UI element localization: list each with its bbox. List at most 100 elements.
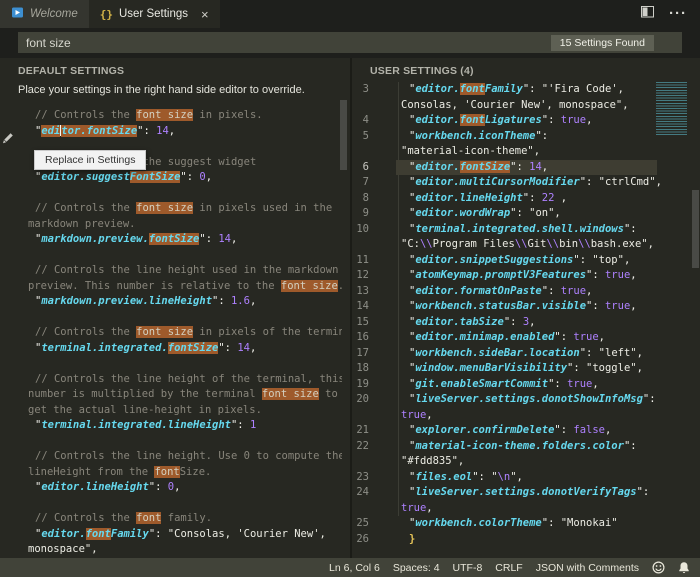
code-line[interactable]: "markdown.preview.fontSize": 14, [28,232,342,248]
code-line[interactable]: // Controls the line height of the termi… [28,372,342,388]
code-line[interactable]: "markdown.preview.lineHeight": 1.6, [28,294,342,310]
status-indentation[interactable]: Spaces: 4 [393,562,440,574]
code-line[interactable]: 6 "editor.fontSize": 14, [352,159,700,176]
status-language[interactable]: JSON with Comments [536,562,639,574]
code-line[interactable]: 24 "liveServer.settings.donotVerifyTags": [352,485,700,501]
code-line[interactable]: get the actual line-height in pixels. [28,403,342,419]
code-line[interactable]: "terminal.integrated.lineHeight": 1 [28,418,342,434]
split-editor-icon[interactable] [641,5,654,23]
line-number [352,454,369,470]
close-icon[interactable]: × [201,8,209,21]
code-line[interactable]: "editor.fontSize": 14, [28,124,342,140]
code-line[interactable]: 4 "editor.fontLigatures": true, [352,113,700,129]
code-text: "editor.fontLigatures": true, [409,114,593,126]
code-line[interactable]: 5 "workbench.iconTheme": [352,129,700,145]
line-number: 18 [356,362,369,374]
code-line[interactable]: 22 "material-icon-theme.folders.color": [352,439,700,455]
json-icon: {} [99,7,113,21]
user-settings-panel: USER SETTINGS (4) 3 "editor.fontFamily": … [352,58,700,558]
more-actions-icon[interactable]: ··· [669,6,687,21]
code-line[interactable]: // Controls the line height used in the … [28,263,342,279]
code-line[interactable]: 20 "liveServer.settings.donotShowInfoMsg"… [352,392,700,408]
code-line[interactable]: // Controls the font size in pixels. [28,108,342,124]
code-line[interactable] [28,434,342,450]
editor-tab-bar: Welcome {} User Settings × ··· [0,0,700,28]
code-line[interactable]: 26} [352,532,700,548]
code-line[interactable]: number is multiplied by the terminal fon… [28,387,342,403]
line-number: 3 [362,83,369,95]
line-number [352,237,369,253]
code-line[interactable]: 9 "editor.wordWrap": "on", [352,206,700,222]
replace-in-settings-popup[interactable]: Replace in Settings [34,150,147,170]
tabbar-actions: ··· [641,0,700,28]
line-number: 25 [356,517,369,529]
code-line[interactable]: preview. This number is relative to the … [28,279,342,295]
status-bar: Ln 6, Col 6 Spaces: 4 UTF-8 CRLF JSON wi… [0,558,700,577]
tab-user-settings[interactable]: {} User Settings × [88,0,220,28]
code-line[interactable]: 11 "editor.snippetSuggestions": "top", [352,253,700,269]
code-line[interactable]: "#fdd835", [352,454,700,470]
code-line[interactable]: 13 "editor.formatOnPaste": true, [352,284,700,300]
code-line[interactable]: // Controls the font size in pixels used… [28,201,342,217]
code-line[interactable]: 18 "window.menuBarVisibility": "toggle", [352,361,700,377]
line-number: 14 [356,300,369,312]
code-line[interactable]: 14 "workbench.statusBar.visible": true, [352,299,700,315]
code-text: "editor.lineHeight": 22 , [409,191,568,204]
code-line[interactable]: 23 "files.eol": "\n", [352,470,700,486]
code-line[interactable]: "material-icon-theme", [352,144,700,160]
code-text: "git.enableSmartCommit": true, [409,377,599,390]
code-line[interactable]: 17 "workbench.sideBar.location": "left", [352,346,700,362]
code-text: "liveServer.settings.donotShowInfoMsg": [409,393,656,405]
code-text: "files.eol": "\n", [409,470,523,483]
code-line[interactable]: lineHeight from the fontSize. [28,465,342,481]
code-line[interactable]: 10 "terminal.integrated.shell.windows": [352,222,700,238]
code-line[interactable] [28,356,342,372]
code-line[interactable]: "editor.fontFamily": "Consolas, 'Courier… [28,527,342,543]
code-text: "workbench.sideBar.location": "left", [409,346,643,359]
code-text: "workbench.colorTheme": "Monokai" [409,517,618,529]
code-line[interactable]: 8 "editor.lineHeight": 22 , [352,191,700,207]
code-line[interactable]: "C:\\Program Files\\Git\\bin\\bash.exe", [352,237,700,253]
code-line[interactable]: // Controls the font family. [28,511,342,527]
code-line[interactable]: monospace", [28,542,342,558]
code-line[interactable]: "editor.suggestFontSize": 0, [28,170,342,186]
code-line[interactable]: "terminal.integrated.fontSize": 14, [28,341,342,357]
code-line[interactable]: // Controls the line height. Use 0 to co… [28,449,342,465]
code-line[interactable]: "editor.lineHeight": 0, [28,480,342,496]
right-scrollbar-thumb[interactable] [692,190,699,268]
code-text: Consolas, 'Courier New', monospace", [401,98,629,111]
code-line[interactable] [28,186,342,202]
code-line[interactable]: markdown preview. [28,217,342,233]
code-line[interactable]: 25 "workbench.colorTheme": "Monokai" [352,516,700,532]
code-text: "editor.minimap.enabled": true, [409,331,605,343]
code-text: "explorer.confirmDelete": false, [409,424,612,436]
code-line[interactable]: 15 "editor.tabSize": 3, [352,315,700,331]
tab-welcome[interactable]: Welcome [0,0,89,28]
code-line[interactable] [28,248,342,264]
line-number: 6 [362,160,369,173]
status-cursor-position[interactable]: Ln 6, Col 6 [329,562,380,574]
line-number: 22 [356,439,369,452]
code-line[interactable]: 19 "git.enableSmartCommit": true, [352,377,700,393]
status-eol[interactable]: CRLF [495,562,522,574]
code-line[interactable]: 3 "editor.fontFamily": "'Fira Code', [352,82,700,98]
settings-search-bar: 15 Settings Found [0,28,700,58]
code-line[interactable]: true, [352,408,700,424]
code-line[interactable]: 21 "explorer.confirmDelete": false, [352,423,700,439]
status-encoding[interactable]: UTF-8 [453,562,483,574]
code-line[interactable] [28,310,342,326]
code-line[interactable]: // Controls the font size in pixels of t… [28,325,342,341]
code-line[interactable] [28,496,342,512]
code-line[interactable]: 7 "editor.multiCursorModifier": "ctrlCmd"… [352,175,700,191]
minimap[interactable] [656,82,687,136]
code-line[interactable]: 16 "editor.minimap.enabled": true, [352,330,700,346]
feedback-smiley-icon[interactable] [652,561,665,574]
edit-pencil-icon[interactable] [2,131,15,144]
line-number: 11 [356,253,369,266]
left-scrollbar-thumb[interactable] [340,100,347,170]
line-number: 5 [362,129,369,142]
code-line[interactable]: 12 "atomKeymap.promptV3Features": true, [352,268,700,284]
code-line[interactable]: Consolas, 'Courier New', monospace", [352,98,700,114]
notifications-bell-icon[interactable] [678,561,690,574]
code-line[interactable]: true, [352,501,700,517]
